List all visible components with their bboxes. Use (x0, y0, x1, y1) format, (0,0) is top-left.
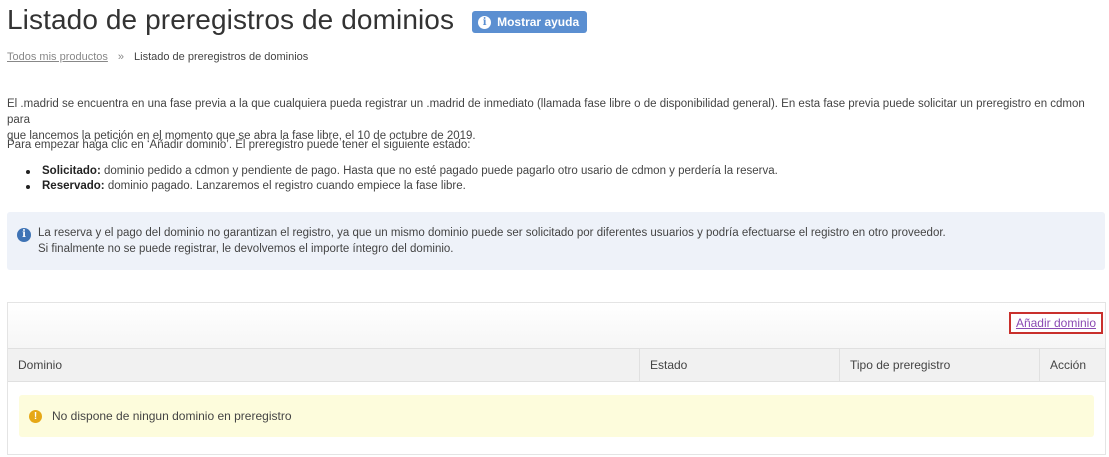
column-header-domain[interactable]: Dominio (8, 349, 640, 381)
empty-state-warning: ! No dispone de ningun dominio en prereg… (19, 395, 1094, 437)
breadcrumb-current: Listado de preregistros de dominios (134, 51, 309, 63)
add-domain-link[interactable]: Añadir dominio (1008, 312, 1103, 334)
info-line-2: Si finalmente no se puede registrar, le … (38, 243, 454, 255)
info-notice: i La reserva y el pago del dominio no ga… (7, 212, 1105, 270)
info-notice-text: La reserva y el pago del dominio no gara… (38, 225, 946, 257)
title-row: Listado de preregistros de dominios i Mo… (7, 4, 588, 36)
column-header-status[interactable]: Estado (640, 349, 840, 381)
breadcrumb-link-all-products[interactable]: Todos mis productos (7, 51, 108, 63)
warning-icon: ! (29, 409, 42, 423)
state-description: dominio pedido a cdmon y pendiente de pa… (100, 165, 778, 177)
intro-text: El .madrid se encuentra en una fase prev… (7, 96, 1107, 144)
instructions-text: Para empezar haga clic en ‘Añadir domini… (7, 139, 471, 151)
show-help-button[interactable]: i Mostrar ayuda (472, 11, 588, 33)
list-item: Solicitado: dominio pedido a cdmon y pen… (26, 164, 778, 179)
page: Listado de preregistros de dominios i Mo… (0, 0, 1109, 457)
state-description: dominio pagado. Lanzaremos el registro c… (104, 180, 466, 192)
list-item: Reservado: dominio pagado. Lanzaremos el… (26, 179, 778, 194)
intro-line-1: El .madrid se encuentra en una fase prev… (7, 98, 1085, 126)
breadcrumb-separator: » (117, 51, 125, 63)
info-icon: i (17, 228, 31, 242)
show-help-label: Mostrar ayuda (497, 15, 580, 29)
states-list: Solicitado: dominio pedido a cdmon y pen… (26, 164, 778, 194)
column-header-action: Acción (1050, 358, 1087, 372)
column-header-type[interactable]: Tipo de preregistro (840, 349, 1040, 381)
state-label: Reservado: (42, 180, 105, 192)
empty-state-message: No dispone de ningun dominio en preregis… (52, 409, 292, 423)
info-icon: i (478, 15, 492, 29)
state-label: Solicitado: (42, 165, 101, 177)
page-title: Listado de preregistros de dominios (7, 4, 455, 35)
info-line-1: La reserva y el pago del dominio no gara… (38, 227, 946, 239)
table-header: Dominio Estado Tipo de preregistro Acció… (8, 348, 1105, 382)
breadcrumb: Todos mis productos » Listado de preregi… (7, 51, 308, 63)
domains-panel: Añadir dominio Dominio Estado Tipo de pr… (7, 302, 1106, 455)
panel-toolbar: Añadir dominio (8, 303, 1105, 348)
